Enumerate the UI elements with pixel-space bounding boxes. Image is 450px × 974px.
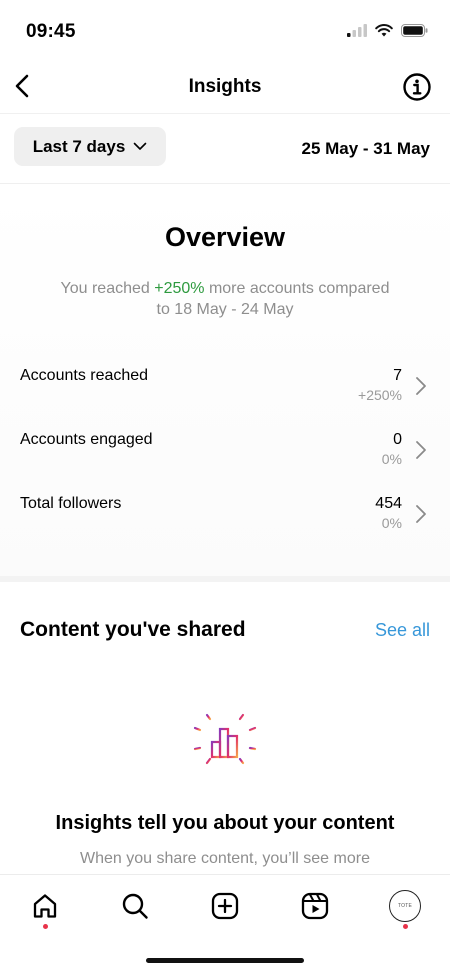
metric-change: 0% xyxy=(381,515,402,531)
info-button[interactable] xyxy=(402,72,432,102)
date-range-selector[interactable]: Last 7 days xyxy=(14,127,166,166)
metric-value: 454 xyxy=(375,495,402,512)
info-icon xyxy=(403,73,431,101)
summary-prefix: You reached xyxy=(60,280,155,297)
metric-row-total-followers[interactable]: Total followers 454 0% xyxy=(0,495,450,551)
summary-suffix: more accounts compared xyxy=(204,280,390,297)
wifi-icon xyxy=(375,24,393,37)
metric-row-accounts-reached[interactable]: Accounts reached 7 +250% xyxy=(0,367,450,423)
metric-row-accounts-engaged[interactable]: Accounts engaged 0 0% xyxy=(0,431,450,487)
home-icon xyxy=(33,894,57,918)
metric-value: 0 xyxy=(393,431,402,448)
overview-section: Overview You reached +250% more accounts… xyxy=(0,184,450,576)
summary-line-2: to 18 May - 24 May xyxy=(156,301,294,318)
metric-label: Accounts reached xyxy=(20,367,149,384)
tab-search[interactable] xyxy=(119,889,151,923)
reels-icon xyxy=(301,892,329,920)
insights-chart-icon xyxy=(193,708,257,774)
date-range-label: Last 7 days xyxy=(32,136,126,156)
empty-state-body: When you share content, you’ll see more xyxy=(80,850,370,867)
chevron-down-icon xyxy=(133,142,147,150)
create-post-icon xyxy=(211,892,239,920)
cellular-signal-icon xyxy=(347,24,367,37)
metric-change: 0% xyxy=(381,451,402,467)
status-bar: 09:45 xyxy=(0,0,450,56)
chevron-right-icon xyxy=(416,377,426,395)
overview-title: Overview xyxy=(164,222,286,252)
avatar: TOTE xyxy=(389,890,421,922)
search-icon xyxy=(122,893,148,919)
see-all-link[interactable]: See all xyxy=(375,620,430,641)
header: Insights xyxy=(0,60,450,114)
home-notification-dot xyxy=(42,924,48,929)
battery-icon xyxy=(401,24,428,37)
profile-notification-dot xyxy=(402,924,408,929)
metric-change: +250% xyxy=(358,387,402,403)
home-indicator xyxy=(146,958,304,963)
metric-label: Accounts engaged xyxy=(20,431,153,448)
overview-summary: You reached +250% more accounts compared… xyxy=(40,278,410,320)
metric-value: 7 xyxy=(393,367,402,384)
metric-label: Total followers xyxy=(20,495,122,512)
section-divider xyxy=(0,576,450,582)
page-title: Insights xyxy=(188,76,262,97)
content-section-title: Content you've shared xyxy=(20,618,246,641)
summary-highlight: +250% xyxy=(154,280,205,297)
date-range-text: 25 May - 31 May xyxy=(301,139,430,158)
tab-home[interactable] xyxy=(29,889,61,923)
date-range-bar: Last 7 days 25 May - 31 May xyxy=(0,114,450,184)
empty-state-heading: Insights tell you about your content xyxy=(55,812,395,834)
chevron-right-icon xyxy=(416,441,426,459)
status-icons xyxy=(347,24,428,37)
tab-reels[interactable] xyxy=(299,889,331,923)
chevron-right-icon xyxy=(416,505,426,523)
tab-create[interactable] xyxy=(209,889,241,923)
tab-profile[interactable]: TOTE xyxy=(389,889,421,923)
status-time: 09:45 xyxy=(26,21,76,42)
